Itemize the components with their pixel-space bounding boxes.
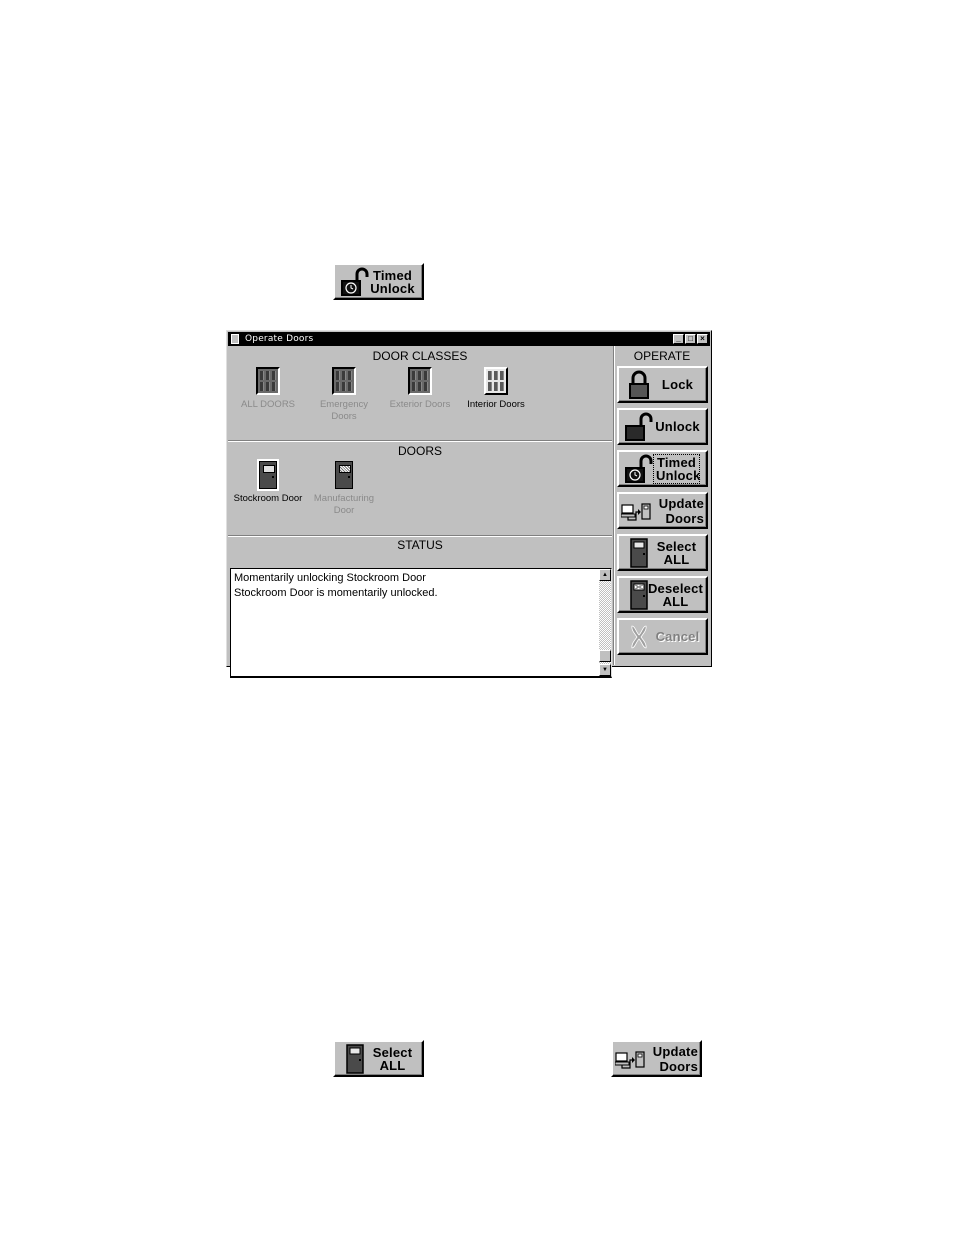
close-button[interactable]: × <box>697 334 708 344</box>
unlock-label: Unlock <box>655 419 700 434</box>
timed-unlock-button-standalone[interactable]: Timed Unlock <box>333 263 424 300</box>
update-doors-line1: Update <box>652 1043 698 1059</box>
select-all-line1: Select <box>372 1044 413 1060</box>
title-bar[interactable]: Operate Doors _ □ × <box>228 332 710 346</box>
deselect-all-button[interactable]: Deselect ALL <box>617 576 708 613</box>
focus-indicator: Timed Unlock <box>653 453 701 484</box>
status-text: Momentarily unlocking Stockroom Door Sto… <box>234 571 438 601</box>
cancel-button[interactable]: Cancel <box>617 618 708 655</box>
timed-unlock-line1: Timed <box>656 454 697 470</box>
scrollbar-thumb[interactable] <box>599 650 611 662</box>
padlock-closed-icon <box>624 370 654 400</box>
computer-to-door-icon <box>615 1044 645 1074</box>
select-all-button-standalone[interactable]: Select ALL <box>333 1040 424 1077</box>
operate-pane: OPERATE Lock Unlock Timed Unlock Update … <box>613 346 710 665</box>
door-label: Manufacturing Door <box>313 493 375 516</box>
door-class-label: Emergency Doors <box>319 399 369 422</box>
open-padlock-clock-icon <box>340 267 370 297</box>
door-class-emergency-doors[interactable]: Emergency Doors <box>306 367 382 423</box>
door-class-label: ALL DOORS <box>240 399 296 410</box>
deselect-all-line1: Deselect <box>647 580 704 596</box>
door-icon <box>624 538 654 568</box>
lock-button[interactable]: Lock <box>617 366 708 403</box>
section-divider <box>228 440 612 442</box>
door-class-exterior-doors[interactable]: Exterior Doors <box>382 367 458 411</box>
operate-doors-window: Operate Doors _ □ × DOOR CLASSES ALL DOO… <box>226 330 712 678</box>
select-all-line2: ALL <box>663 551 690 567</box>
cancel-x-icon <box>624 622 654 652</box>
status-line: Momentarily unlocking Stockroom Door <box>234 572 426 584</box>
door-icon <box>259 461 277 489</box>
minimize-button[interactable]: _ <box>673 334 684 344</box>
maximize-button[interactable]: □ <box>685 334 696 344</box>
door-class-label: Exterior Doors <box>389 399 451 410</box>
select-all-line2: ALL <box>379 1057 406 1073</box>
open-padlock-clock-icon <box>624 454 654 484</box>
scroll-down-arrow-icon[interactable]: ▼ <box>599 664 611 676</box>
door-group-icon <box>332 367 356 395</box>
door-label: Stockroom Door <box>233 493 303 504</box>
door-group-icon <box>256 367 280 395</box>
status-log[interactable]: Momentarily unlocking Stockroom Door Sto… <box>230 568 612 678</box>
timed-unlock-line2: Unlock <box>370 280 415 296</box>
timed-unlock-button[interactable]: Timed Unlock <box>617 450 708 487</box>
status-line: Stockroom Door is momentarily unlocked. <box>234 587 438 599</box>
left-pane: DOOR CLASSES ALL DOORS Emergency Doors E… <box>228 346 612 678</box>
select-all-button[interactable]: Select ALL <box>617 534 708 571</box>
door-manufacturing[interactable]: Manufacturing Door <box>306 461 382 517</box>
timed-unlock-line1: Timed <box>372 267 413 283</box>
update-doors-button-standalone[interactable]: Update Doors <box>611 1040 702 1077</box>
door-classes-heading: DOOR CLASSES <box>372 349 468 363</box>
scroll-up-arrow-icon[interactable]: ▲ <box>599 569 611 581</box>
status-heading: STATUS <box>397 538 443 552</box>
door-class-all-doors[interactable]: ALL DOORS <box>230 367 306 411</box>
computer-to-door-icon <box>621 496 651 526</box>
door-icon <box>340 1044 370 1074</box>
timed-unlock-line2: Unlock <box>656 467 701 483</box>
door-icon <box>335 461 353 489</box>
door-class-interior-doors[interactable]: Interior Doors <box>458 367 534 411</box>
select-all-line1: Select <box>656 538 697 554</box>
operate-heading: OPERATE <box>633 349 691 363</box>
cancel-label: Cancel <box>655 629 700 644</box>
door-app-icon <box>231 334 239 344</box>
deselect-all-line2: ALL <box>662 593 689 609</box>
door-stockroom[interactable]: Stockroom Door <box>230 461 306 505</box>
update-doors-button[interactable]: Update Doors <box>617 492 708 529</box>
door-class-label: Interior Doors <box>467 399 525 410</box>
update-doors-line2: Doors <box>659 1058 698 1074</box>
door-group-icon <box>484 367 508 395</box>
update-doors-line2: Doors <box>665 510 704 526</box>
padlock-open-icon <box>624 412 654 442</box>
unlock-button[interactable]: Unlock <box>617 408 708 445</box>
window-title: Operate Doors <box>245 334 314 344</box>
doors-heading: DOORS <box>397 444 442 458</box>
status-scrollbar[interactable]: ▲ ▼ <box>599 569 611 676</box>
lock-label: Lock <box>661 377 694 392</box>
update-doors-line1: Update <box>658 495 704 511</box>
door-group-icon <box>408 367 432 395</box>
section-divider <box>228 535 612 537</box>
